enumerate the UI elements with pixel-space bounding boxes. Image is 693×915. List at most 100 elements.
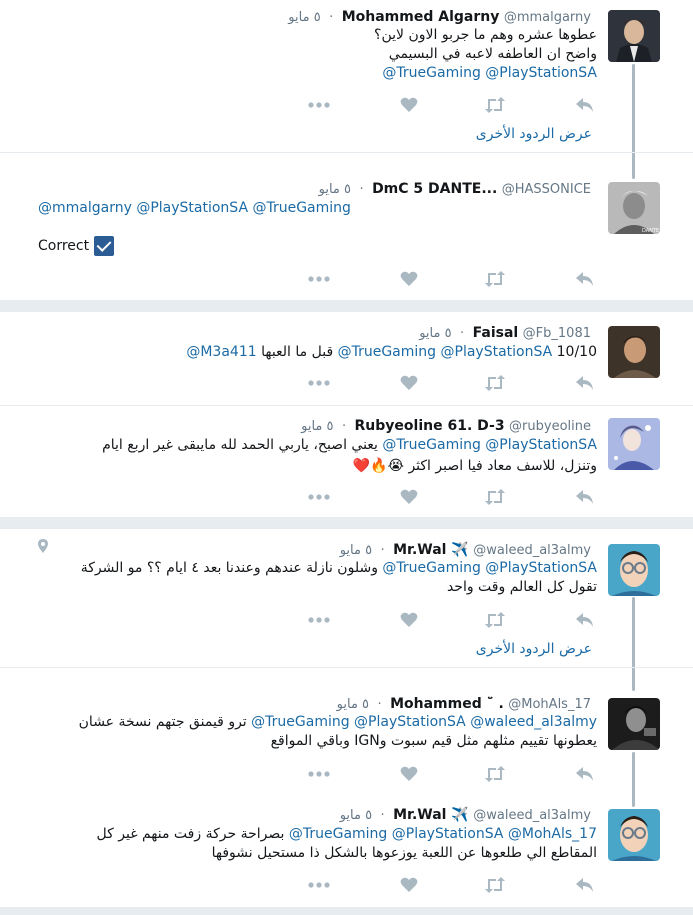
- tweet-waleed-1[interactable]: Mr.Wal ✈️ @waleed_al3almy · ٥ مايو @True…: [0, 529, 693, 667]
- tweet-text-line: واضح ان العاطفه لاعبه في البسيمي: [388, 46, 597, 62]
- avatar[interactable]: [608, 809, 660, 861]
- user-handle[interactable]: @MohAls_17: [508, 697, 591, 712]
- mention-link[interactable]: @M3a411: [186, 344, 256, 360]
- reply-icon[interactable]: [574, 95, 596, 115]
- display-name[interactable]: DmC 5 DANTE...: [372, 181, 497, 197]
- tweet-text-line: المقاطع الي طلعوها عن اللعبة يوزعوها بال…: [211, 845, 597, 861]
- more-icon[interactable]: [307, 373, 331, 393]
- tweet-text: @TrueGaming @PlayStationSA @MohAls_17 بص…: [97, 825, 597, 863]
- tweet-text-line: وتنزل، للاسف معاد فيا اصبر اكثر: [408, 458, 597, 474]
- mention-links[interactable]: @mmalgarny @PlayStationSA @TrueGaming: [38, 199, 351, 218]
- tweet-header: Mohammed ˘̈ . @MohAls_17 · ٥ مايو: [337, 695, 597, 714]
- avatar[interactable]: [608, 326, 660, 378]
- reply-icon[interactable]: [574, 487, 596, 507]
- like-icon[interactable]: [399, 269, 419, 289]
- mention-links[interactable]: @TrueGaming @PlayStationSA @waleed_al3al…: [251, 714, 597, 730]
- retweet-icon[interactable]: [483, 764, 507, 784]
- tweet-actions: [300, 487, 600, 507]
- tweet-text-line: عطوها عشره وهم ما جربو الاون لاين؟: [374, 27, 597, 43]
- retweet-icon[interactable]: [483, 487, 507, 507]
- display-name[interactable]: Mr.Wal ✈️: [393, 807, 469, 823]
- timestamp[interactable]: ٥ مايو: [301, 419, 333, 434]
- display-name-text: Mohammed: [390, 696, 482, 712]
- avatar[interactable]: DANTE: [608, 182, 660, 234]
- mention-links[interactable]: @TrueGaming @PlayStationSA @MohAls_17: [289, 826, 597, 842]
- mention-links[interactable]: @TrueGaming @PlayStationSA: [382, 437, 597, 453]
- tweet-text: @TrueGaming @PlayStationSA @waleed_al3al…: [79, 713, 597, 751]
- tweet-mohals[interactable]: Mohammed ˘̈ . @MohAls_17 · ٥ مايو @TrueG…: [0, 668, 693, 782]
- user-handle[interactable]: @Fb_1081: [523, 326, 591, 341]
- retweet-icon[interactable]: [483, 269, 507, 289]
- like-icon[interactable]: [399, 487, 419, 507]
- airplane-icon: ✈️: [451, 542, 469, 558]
- tweet-waleed-2[interactable]: Mr.Wal ✈️ @waleed_al3almy · ٥ مايو @True…: [0, 795, 693, 907]
- like-icon[interactable]: [399, 373, 419, 393]
- timestamp[interactable]: ٥ مايو: [340, 808, 372, 823]
- airplane-icon: ✈️: [451, 807, 469, 823]
- mention-links[interactable]: @TrueGaming @PlayStationSA: [382, 560, 597, 576]
- more-icon[interactable]: [307, 487, 331, 507]
- location-pin-icon[interactable]: [38, 539, 48, 557]
- display-name[interactable]: Mohammed ˘̈ .: [390, 696, 504, 712]
- svg-text:DANTE: DANTE: [642, 228, 659, 234]
- tweet-header: Rubyeoline 61. D-3 @rubyeoline · ٥ مايو: [301, 417, 597, 436]
- conversation-group-1: Mohammed Algarny @mmalgarny · ٥ مايو عطو…: [0, 0, 693, 300]
- tweet-actions: [300, 610, 600, 630]
- reply-icon[interactable]: [574, 269, 596, 289]
- timestamp[interactable]: ٥ مايو: [288, 10, 320, 25]
- timestamp[interactable]: ٥ مايو: [340, 543, 372, 558]
- retweet-icon[interactable]: [483, 373, 507, 393]
- separator: ·: [380, 808, 385, 823]
- tweet-fb1081[interactable]: Faisal @Fb_1081 · ٥ مايو @TrueGaming @Pl…: [0, 312, 693, 405]
- retweet-icon[interactable]: [483, 95, 507, 115]
- tweet-text-line: ترو قيمنق جتهم نسخة عشان: [78, 714, 247, 730]
- tweet-rubyeoline[interactable]: Rubyeoline 61. D-3 @rubyeoline · ٥ مايو …: [0, 406, 693, 517]
- user-handle[interactable]: @waleed_al3almy: [473, 543, 591, 558]
- tweet-header: Mr.Wal ✈️ @waleed_al3almy · ٥ مايو: [340, 806, 597, 825]
- user-handle[interactable]: @waleed_al3almy: [473, 808, 591, 823]
- display-name-text: Mr.Wal: [393, 542, 447, 558]
- tweet-text-word: Correct: [38, 238, 90, 254]
- timestamp[interactable]: ٥ مايو: [337, 697, 369, 712]
- display-name[interactable]: Rubyeoline 61. D-3: [355, 418, 505, 434]
- more-icon[interactable]: [307, 610, 331, 630]
- show-more-replies-link[interactable]: عرض الردود الأخرى: [476, 126, 592, 142]
- like-icon[interactable]: [399, 764, 419, 784]
- more-icon[interactable]: [307, 764, 331, 784]
- tweet-mmalgarny[interactable]: Mohammed Algarny @mmalgarny · ٥ مايو عطو…: [0, 0, 693, 152]
- avatar[interactable]: [608, 10, 660, 62]
- display-name[interactable]: Mohammed Algarny: [342, 9, 500, 25]
- avatar[interactable]: [608, 698, 660, 750]
- more-icon[interactable]: [307, 875, 331, 895]
- retweet-icon[interactable]: [483, 610, 507, 630]
- tweet-header: Faisal @Fb_1081 · ٥ مايو: [419, 324, 597, 343]
- like-icon[interactable]: [399, 610, 419, 630]
- reply-icon[interactable]: [574, 373, 596, 393]
- separator: ·: [341, 419, 347, 434]
- avatar[interactable]: [608, 418, 660, 470]
- more-icon[interactable]: [307, 269, 331, 289]
- like-icon[interactable]: [399, 875, 419, 895]
- reply-icon[interactable]: [574, 875, 596, 895]
- like-icon[interactable]: [399, 95, 419, 115]
- timestamp[interactable]: ٥ مايو: [419, 326, 451, 341]
- avatar[interactable]: [608, 544, 660, 596]
- tweet-text: Correct: [38, 236, 114, 256]
- separator: ·: [377, 697, 382, 712]
- display-name[interactable]: Faisal: [473, 325, 519, 341]
- user-handle[interactable]: @rubyeoline: [509, 419, 591, 434]
- show-more-replies-link[interactable]: عرض الردود الأخرى: [476, 641, 592, 657]
- mention-links[interactable]: @TrueGaming @PlayStationSA: [338, 344, 553, 360]
- more-icon[interactable]: [307, 95, 331, 115]
- display-name[interactable]: Mr.Wal ✈️: [393, 542, 469, 558]
- mention-links[interactable]: @TrueGaming @PlayStationSA: [374, 64, 597, 83]
- tweet-actions: [300, 373, 600, 393]
- retweet-icon[interactable]: [483, 875, 507, 895]
- tweet-hassonice[interactable]: DANTE DmC 5 DANTE... @HASSONICE · ٥ مايو…: [0, 153, 693, 300]
- reply-icon[interactable]: [574, 610, 596, 630]
- user-handle[interactable]: @HASSONICE: [502, 182, 591, 197]
- timestamp[interactable]: ٥ مايو: [319, 182, 351, 197]
- tweet-header: Mohammed Algarny @mmalgarny · ٥ مايو: [288, 8, 597, 27]
- user-handle[interactable]: @mmalgarny: [504, 10, 591, 25]
- reply-icon[interactable]: [574, 764, 596, 784]
